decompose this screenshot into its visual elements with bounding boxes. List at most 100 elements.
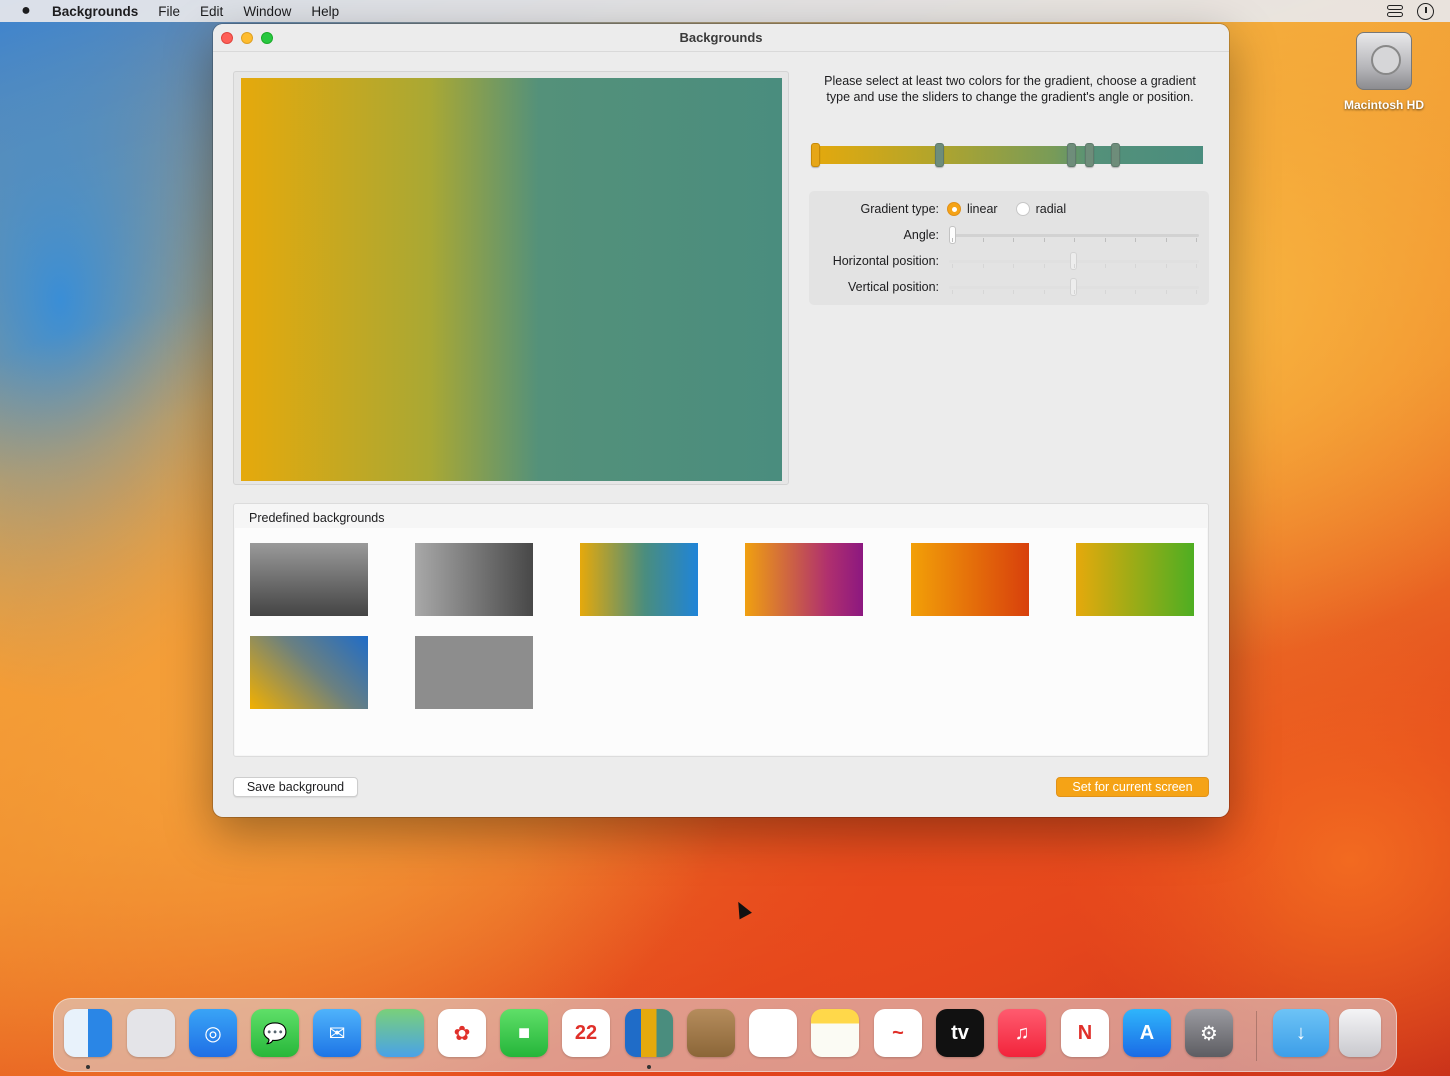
desktop-drive[interactable]: Macintosh HD (1334, 32, 1434, 112)
angle-label: Angle: (903, 228, 939, 242)
slider-tick (952, 290, 953, 294)
slider-tick (1043, 238, 1045, 242)
apple-menu-icon[interactable]: ● (0, 2, 52, 20)
safari-icon[interactable]: ◎ (189, 1009, 237, 1057)
menu-bar-extras (1387, 2, 1450, 20)
linear-label: linear (967, 202, 998, 216)
control-center-icon[interactable] (1387, 5, 1403, 17)
slider-tick (1013, 238, 1014, 242)
calendar-icon[interactable]: 22 (562, 1009, 610, 1057)
facetime-icon[interactable]: ■ (500, 1009, 548, 1057)
vertical-row: Vertical position: (809, 277, 1209, 297)
linear-radio[interactable] (947, 202, 961, 216)
mail-icon[interactable]: ✉ (313, 1009, 361, 1057)
menu-app-name[interactable]: Backgrounds (52, 4, 148, 19)
finder-icon[interactable] (64, 1009, 112, 1057)
predefined-background-thumbnail[interactable] (415, 636, 533, 709)
menu-file[interactable]: File (148, 4, 190, 19)
slider-tick (982, 264, 984, 268)
horizontal-row: Horizontal position: (809, 251, 1209, 271)
backgrounds-icon[interactable] (625, 1009, 673, 1057)
predefined-backgrounds-group: Predefined backgrounds (233, 503, 1209, 757)
slider-tick (1043, 264, 1045, 268)
slider-tick (1135, 290, 1136, 294)
slider-tick (1104, 290, 1106, 294)
color-stop[interactable] (1067, 143, 1076, 167)
vertical-label: Vertical position: (847, 280, 939, 294)
menu-window[interactable]: Window (233, 4, 301, 19)
hard-drive-icon (1356, 32, 1412, 90)
maps-icon[interactable] (376, 1009, 424, 1057)
horizontal-label: Horizontal position: (832, 254, 939, 268)
reminders-icon[interactable] (749, 1009, 797, 1057)
predefined-background-thumbnail[interactable] (250, 543, 368, 616)
trash-icon[interactable] (1339, 1009, 1381, 1057)
minimize-button[interactable] (241, 31, 253, 44)
slider-tick (1043, 290, 1045, 294)
color-stop[interactable] (935, 143, 944, 167)
photos-icon[interactable]: ✿ (438, 1009, 486, 1057)
predefined-title: Predefined backgrounds (249, 511, 385, 525)
slider-tick (1196, 238, 1197, 242)
predefined-background-thumbnail[interactable] (1076, 543, 1194, 616)
gradient-type-radios: linear radial (947, 202, 1078, 216)
slider-tick (1196, 264, 1197, 268)
clock-icon[interactable] (1417, 2, 1434, 20)
music-icon[interactable]: ♫ (998, 1009, 1046, 1057)
menu-edit[interactable]: Edit (190, 4, 233, 19)
gradient-color-bar[interactable] (811, 143, 1203, 167)
slider-tick (1074, 264, 1075, 268)
tv-icon[interactable]: tv (936, 1009, 984, 1057)
running-indicator (86, 1065, 90, 1069)
predefined-background-thumbnail[interactable] (580, 543, 698, 616)
window-title: Backgrounds (679, 30, 763, 45)
slider-tick (982, 238, 984, 242)
news-icon[interactable]: N (1061, 1009, 1109, 1057)
slider-tick (1104, 238, 1106, 242)
slider-tick (952, 264, 953, 268)
zoom-button[interactable] (261, 31, 273, 44)
predefined-background-thumbnail[interactable] (911, 543, 1029, 616)
slider-tick (982, 290, 984, 294)
set-for-current-screen-button[interactable]: Set for current screen (1056, 777, 1209, 797)
slider-tick (1165, 264, 1167, 268)
predefined-grid (235, 528, 1207, 755)
menu-bar: ● Backgrounds File Edit Window Help (0, 0, 1450, 22)
launchpad-icon[interactable] (127, 1009, 175, 1057)
color-stop[interactable] (811, 143, 820, 167)
angle-slider[interactable] (949, 225, 1199, 245)
close-button[interactable] (221, 31, 233, 44)
running-indicator (647, 1065, 651, 1069)
instructions-text: Please select at least two colors for th… (824, 74, 1196, 104)
predefined-background-thumbnail[interactable] (745, 543, 863, 616)
vertical-slider[interactable] (949, 277, 1199, 297)
traffic-lights (213, 31, 273, 44)
app-store-icon[interactable]: A (1123, 1009, 1171, 1057)
dock-separator (1256, 1011, 1257, 1061)
title-bar[interactable]: Backgrounds (213, 24, 1229, 52)
gradient-type-row: Gradient type: linear radial (809, 199, 1209, 219)
slider-tick (1013, 290, 1014, 294)
contacts-icon[interactable] (687, 1009, 735, 1057)
gradient-controls: Gradient type: linear radial Angle: Hori… (809, 191, 1209, 305)
radial-radio[interactable] (1015, 202, 1030, 216)
save-background-button[interactable]: Save background (233, 777, 358, 797)
dock: ◎ 💬 ✉ ✿ ■ 22 ~ tv ♫ N A ⚙ ↓ (53, 998, 1397, 1072)
slider-tick (1074, 238, 1075, 242)
menu-help[interactable]: Help (301, 4, 349, 19)
downloads-folder-icon[interactable]: ↓ (1273, 1009, 1329, 1057)
drive-label: Macintosh HD (1343, 98, 1424, 112)
predefined-background-thumbnail[interactable] (415, 543, 533, 616)
messages-icon[interactable]: 💬 (251, 1009, 299, 1057)
notes-icon[interactable] (811, 1009, 859, 1057)
system-settings-icon[interactable]: ⚙ (1185, 1009, 1233, 1057)
radial-label: radial (1035, 202, 1067, 216)
slider-tick (1165, 290, 1167, 294)
freeform-icon[interactable]: ~ (874, 1009, 922, 1057)
predefined-background-thumbnail[interactable] (250, 636, 368, 709)
horizontal-slider[interactable] (949, 251, 1199, 271)
preview-frame (233, 71, 789, 485)
color-stop[interactable] (1111, 143, 1120, 167)
color-stop[interactable] (1085, 143, 1094, 167)
slider-tick (1074, 290, 1075, 294)
